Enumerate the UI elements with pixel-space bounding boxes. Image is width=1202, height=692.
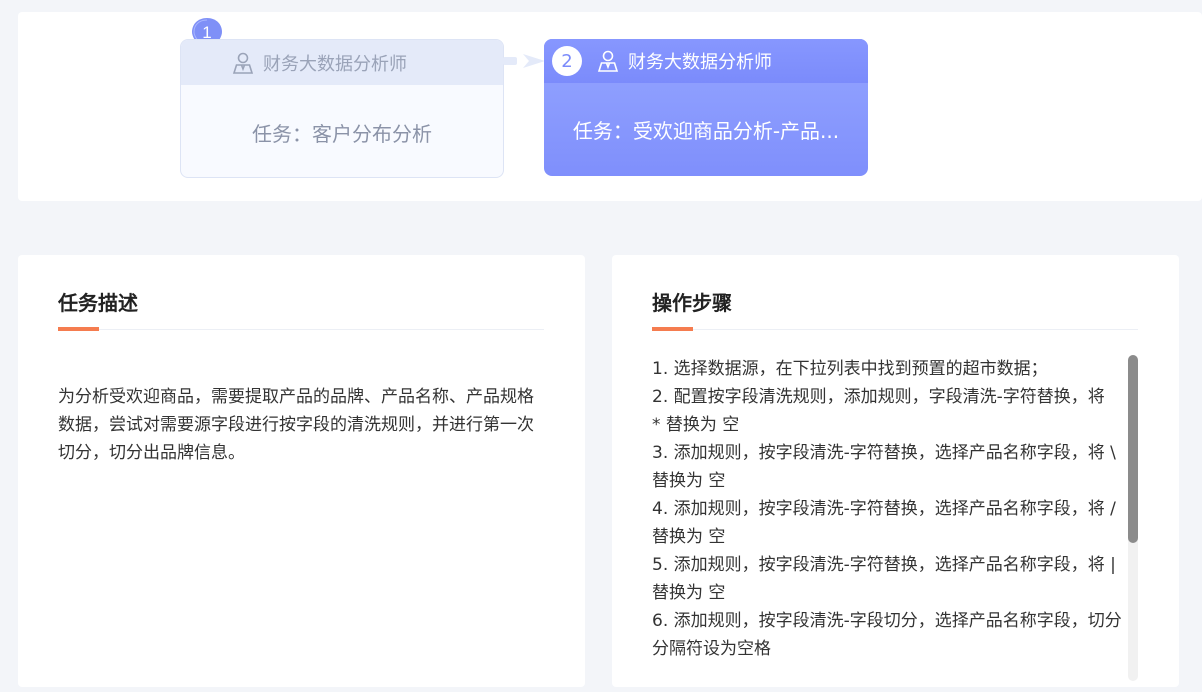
list-item: 5. 添加规则，按字段清洗-字符替换，选择产品名称字段，将 | 替换为 空	[652, 555, 1116, 603]
title-divider	[58, 327, 544, 331]
title-divider	[652, 327, 1138, 331]
task-description-title: 任务描述	[58, 291, 138, 315]
step-card-1-role: 财务大数据分析师	[263, 53, 407, 75]
task-description-text: 为分析受欢迎商品，需要提取产品的品牌、产品名称、产品规格数据，尝试对需要源字段进…	[58, 387, 534, 463]
title-accent-bar	[58, 327, 99, 331]
step-2-number: 2	[552, 46, 582, 76]
title-accent-bar	[652, 327, 693, 331]
user-icon	[231, 51, 255, 75]
step-card-1-task: 任务：客户分布分析	[252, 121, 432, 146]
operation-steps-title: 操作步骤	[652, 291, 732, 315]
task-description-panel: 任务描述 为分析受欢迎商品，需要提取产品的品牌、产品名称、产品规格数据，尝试对需…	[18, 255, 585, 687]
list-item: 2. 配置按字段清洗规则，添加规则，字段清洗-字符替换，将	[652, 387, 1105, 407]
step-card-2-task: 任务：受欢迎商品分析-产品...	[572, 119, 840, 143]
list-item: 1. 选择数据源，在下拉列表中找到预置的超市数据；	[652, 359, 1048, 379]
step-connector-arrow	[503, 54, 545, 68]
list-item: 6. 添加规则，按字段清洗-字段切分，选择产品名称字段，切分分隔符设为空格	[652, 611, 1122, 659]
user-icon	[596, 49, 620, 73]
step-card-2-role: 财务大数据分析师	[628, 52, 772, 73]
operation-steps-scrollbar[interactable]	[1128, 355, 1138, 681]
list-item: 4. 添加规则，按字段清洗-字符替换，选择产品名称字段，将 / 替换为 空	[652, 499, 1116, 547]
list-item: * 替换为 空	[652, 415, 740, 435]
step-card-1[interactable]: 财务大数据分析师 任务：客户分布分析	[180, 39, 504, 178]
step-card-2[interactable]: 2 财务大数据分析师 任务：受欢迎商品分析-产品...	[544, 39, 868, 176]
step-card-2-header: 2 财务大数据分析师	[544, 39, 868, 83]
operation-steps-list[interactable]: 1. 选择数据源，在下拉列表中找到预置的超市数据； 2. 配置按字段清洗规则，添…	[652, 355, 1128, 681]
list-item: 3. 添加规则，按字段清洗-字符替换，选择产品名称字段，将 \ 替换为 空	[652, 443, 1116, 491]
operation-steps-panel: 操作步骤 1. 选择数据源，在下拉列表中找到预置的超市数据； 2. 配置按字段清…	[612, 255, 1179, 687]
scrollbar-thumb[interactable]	[1128, 355, 1138, 543]
step-card-1-header: 财务大数据分析师	[181, 40, 503, 85]
